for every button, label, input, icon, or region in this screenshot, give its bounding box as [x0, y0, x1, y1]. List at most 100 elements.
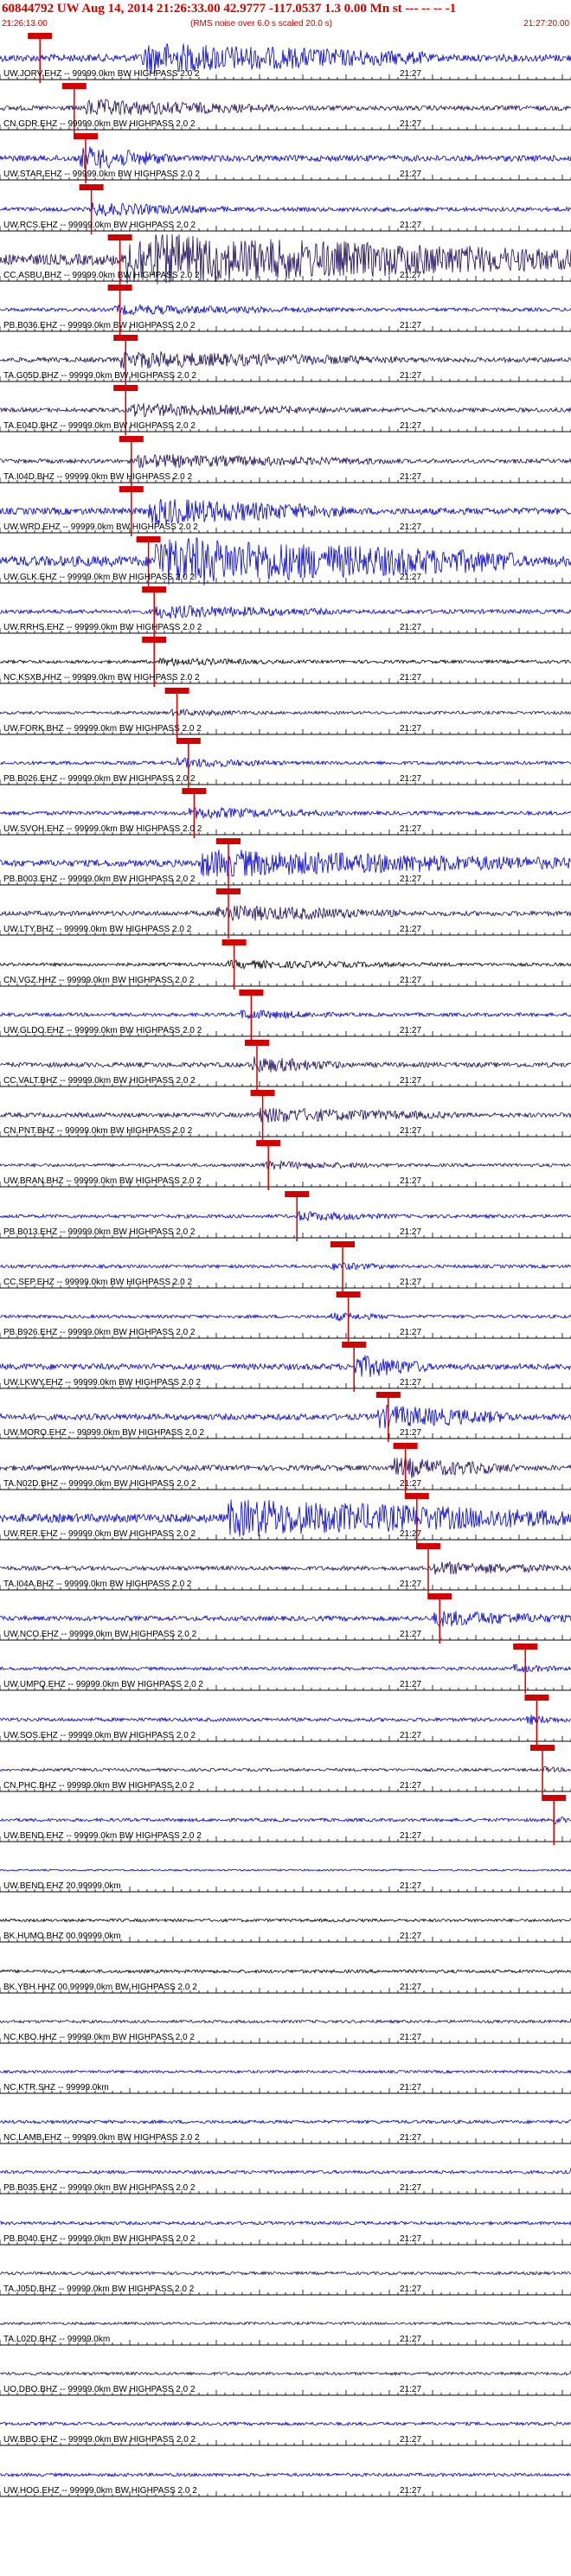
tick-time-label: 21:27 — [400, 573, 422, 582]
waveform-line — [0, 2471, 571, 2477]
waveform-line — [0, 2168, 571, 2176]
tick-time-label: 21:27 — [400, 925, 422, 935]
waveform-line — [0, 657, 571, 668]
tick-time-label: 21:27 — [400, 1176, 422, 1187]
tick-time-label: 21:27 — [400, 2083, 422, 2092]
waveform-line — [0, 1765, 571, 1773]
trace-channel-label: UW.GLK.EHZ -- 99999.0km BW HIGHPASS 2.0 … — [3, 573, 195, 582]
tick-time-label: 21:27 — [400, 1126, 422, 1137]
tick-time-label: 21:27 — [400, 1478, 422, 1489]
tick-time-label: 21:27 — [400, 220, 422, 230]
tick-time-label: 21:27 — [400, 1328, 422, 1337]
trace-channel-label: TA.I04D.BHZ -- 99999.0km BW HIGHPASS 2.0… — [3, 471, 193, 482]
tick-time-label: 21:27 — [400, 1780, 422, 1791]
waveform-line — [0, 1664, 571, 1673]
phase-pick-flag — [245, 1040, 269, 1046]
tick-time-label: 21:27 — [400, 1630, 422, 1640]
phase-pick-flag — [136, 536, 161, 542]
tick-time-label: 21:27 — [400, 623, 422, 633]
phase-pick-flag — [28, 33, 53, 39]
tick-time-label: 21:27 — [400, 522, 422, 532]
trace-channel-label: PB.B026.EHZ -- 99999.0km BW HIGHPASS 2.0… — [3, 773, 196, 784]
trace-channel-label: TA.N02D.BHZ -- 99999.0km BW HIGHPASS 2.0… — [3, 1478, 196, 1489]
trace-channel-label: CN.PHC.BHZ -- 99999.0km BW HIGHPASS 2.0 … — [3, 1780, 195, 1791]
tick-time-label: 21:27 — [400, 2485, 422, 2496]
waveform-line — [0, 403, 571, 418]
trace-channel-label: UW.BRAN.BHZ -- 99999.0km BW HIGHPASS 2.0… — [3, 1176, 202, 1187]
trace-channel-label: UW.SOS.EHZ -- 99999.0km BW HIGHPASS 2.0 … — [3, 1730, 196, 1740]
tick-time-label: 21:27 — [400, 471, 422, 482]
waveform-line — [0, 498, 571, 525]
tick-time-label: 21:27 — [400, 2183, 422, 2194]
waveform-line — [0, 2270, 571, 2276]
trace-channel-label: CN.VGZ.HHZ -- 99999.0km BW HIGHPASS 2.0 … — [3, 975, 195, 985]
trace-channel-label: TA.L02D.BHZ -- 99999.0km — [3, 2335, 111, 2344]
trace-channel-label: UW.MORO.EHZ -- 99999.0km BW HIGHPASS 2.0… — [3, 1428, 205, 1439]
tick-time-label: 21:27 — [400, 1025, 422, 1035]
waveform-line — [0, 1311, 571, 1323]
phase-pick-flag — [113, 385, 138, 392]
phase-pick-flag — [74, 133, 98, 140]
waveform-line — [0, 2321, 571, 2326]
phase-pick-flag — [164, 687, 189, 694]
waveform-line — [0, 1714, 571, 1725]
trace-channel-label: UW.NCO.EHZ -- 99999.0km BW HIGHPASS 2.0 … — [3, 1630, 197, 1640]
trace-channel-label: CC.SEP.EHZ -- 99999.0km BW HIGHPASS 2.0 … — [3, 1277, 193, 1287]
phase-pick-flag — [542, 1795, 567, 1801]
phase-pick-flag — [216, 888, 241, 895]
phase-pick-flag — [142, 637, 167, 644]
tick-time-label: 21:27 — [400, 1730, 422, 1740]
tick-time-label: 21:27 — [400, 1076, 422, 1086]
waveform-line — [0, 1209, 571, 1221]
waveform-line — [0, 2220, 571, 2226]
trace-channel-label: TA.I04A.BHZ -- 99999.0km BW HIGHPASS 2.0… — [3, 1580, 192, 1589]
tick-time-label: 21:27 — [400, 1378, 422, 1388]
tick-time-label: 21:27 — [400, 1227, 422, 1237]
tick-time-label: 21:27 — [400, 270, 422, 280]
waveform-line — [0, 1611, 571, 1628]
phase-pick-flag — [330, 1240, 355, 1247]
phase-pick-flag — [336, 1291, 361, 1298]
waveform-line — [0, 1056, 571, 1073]
trace-channel-label: UW.SVOH.EHZ -- 99999.0km BW HIGHPASS 2.0… — [3, 824, 202, 834]
tick-time-label: 21:27 — [400, 1277, 422, 1287]
trace-channel-label: TA.E04D.BHZ -- 99999.0km BW HIGHPASS 2.0… — [3, 421, 196, 432]
trace-channel-label: UW.STAR.EHZ -- 99999.0km BW HIGHPASS 2.0… — [3, 170, 200, 180]
waveform-line — [0, 756, 571, 769]
waveform-line — [0, 2118, 571, 2125]
trace-channel-label: UW.BBO.EHZ -- 99999.0km BW HIGHPASS 2.0 … — [3, 2435, 196, 2445]
waveform-line — [0, 351, 571, 369]
tick-time-label: 21:27 — [400, 1982, 422, 1992]
trace-channel-label: CC.ASBU.BHZ -- 99999.0km BW HIGHPASS 2.0… — [3, 270, 200, 280]
phase-pick-flag — [239, 989, 264, 996]
phase-pick-flag — [530, 1744, 555, 1751]
phase-pick-flag — [393, 1442, 418, 1449]
trace-channel-label: CN.PNT.BHZ -- 99999.0km BW HIGHPASS 2.0 … — [3, 1126, 193, 1137]
phase-pick-flag — [61, 83, 87, 90]
tick-time-label: 21:27 — [400, 773, 422, 784]
trace-channel-label: UW.RER.EHZ -- 99999.0km BW HIGHPASS 2.0 … — [3, 1528, 196, 1539]
trace-channel-label: NC.KBO.HHZ -- 99999.0km BW HIGHPASS 2.0 … — [3, 2032, 195, 2042]
phase-pick-flag — [119, 485, 144, 492]
trace-channel-label: PB.B003.EHZ -- 99999.0km BW HIGHPASS 2.0… — [3, 875, 196, 885]
trace-channel-label: NC.KSXB.HHZ -- 99999.0km BW HIGHPASS 2.0… — [3, 673, 200, 683]
waveform-line — [0, 849, 571, 877]
tick-time-label: 21:27 — [400, 673, 422, 683]
trace-channel-label: BK.HUMO.BHZ 00.99999.0km — [3, 1932, 121, 1942]
trace-channel-label: UW.WRD.EHZ -- 99999.0km BW HIGHPASS 2.0 … — [3, 522, 198, 532]
phase-pick-flag — [416, 1543, 440, 1549]
tick-time-label: 21:27 — [400, 1831, 422, 1841]
phase-pick-flag — [79, 183, 104, 190]
waveform-line — [0, 1107, 571, 1123]
trace-channel-label: UW.JORV.EHZ -- 99999.0km BW HIGHPASS 2.0… — [3, 69, 200, 79]
tick-time-label: 21:27 — [400, 975, 422, 985]
trace-channel-label: UW.RRHS.EHZ -- 99999.0km BW HIGHPASS 2.0… — [3, 623, 202, 633]
waveform-line — [0, 1968, 571, 1974]
tick-time-label: 21:27 — [400, 371, 422, 381]
waveform-line — [0, 1404, 571, 1430]
waveform-line — [0, 453, 571, 468]
tick-time-label: 21:27 — [400, 2284, 422, 2294]
phase-pick-flag — [285, 1190, 310, 1197]
trace-channel-label: UW.LKWY.EHZ -- 99999.0km BW HIGHPASS 2.0… — [3, 1378, 202, 1388]
waveform-line — [0, 1009, 571, 1020]
